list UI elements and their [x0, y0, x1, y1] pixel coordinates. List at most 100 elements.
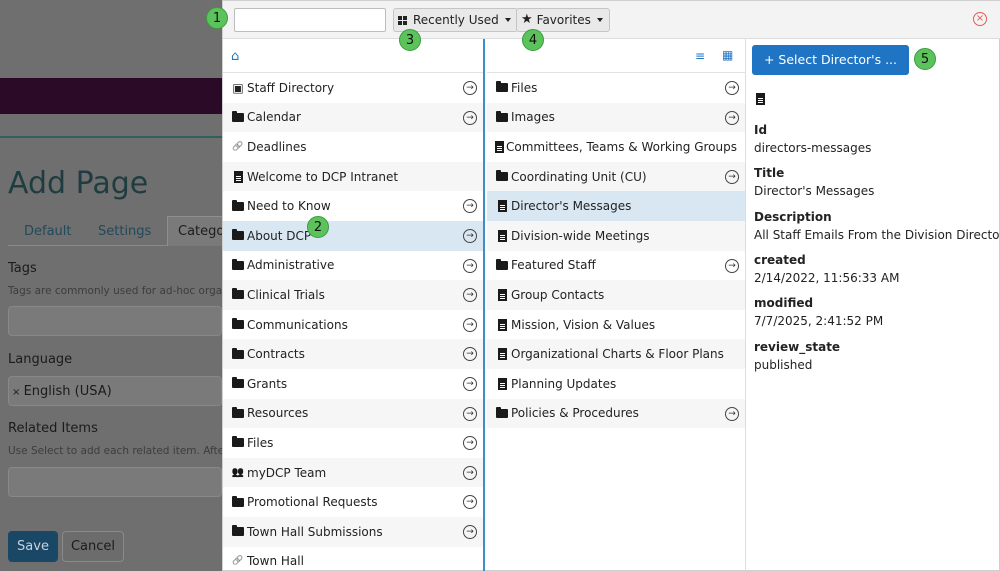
list-item[interactable]: Featured Staff → [487, 251, 745, 281]
document-icon [495, 377, 509, 391]
cancel-button[interactable]: Cancel [62, 531, 124, 562]
list-item[interactable]: Group Contacts [487, 280, 745, 310]
list-item-label: Images [511, 110, 555, 125]
header-divider [0, 136, 222, 138]
list-item[interactable]: 👥 myDCP Team → [223, 457, 483, 488]
list-item[interactable]: About DCP → [223, 220, 483, 251]
list-item-label: Town Hall [247, 554, 304, 569]
folder-icon [231, 406, 245, 420]
list-item[interactable]: Coordinating Unit (CU) → [487, 161, 745, 192]
folder-icon [495, 406, 509, 420]
grid-icon [398, 15, 407, 25]
folder-icon [231, 110, 245, 124]
list-item[interactable]: Administrative → [223, 251, 483, 281]
folder-icon [231, 288, 245, 302]
related-items-help: Use Select to add each related item. Aft… [8, 445, 239, 457]
tags-input[interactable] [8, 306, 222, 336]
home-icon[interactable]: ⌂ [231, 49, 239, 64]
list-item[interactable]: 🔗 Town Hall [223, 547, 483, 571]
list-item[interactable]: Welcome to DCP Intranet [223, 161, 483, 192]
arrow-right-circle-icon[interactable]: → [463, 258, 477, 273]
list-item[interactable]: Contracts → [223, 339, 483, 369]
list-item[interactable]: ▣ Staff Directory → [223, 73, 483, 103]
list-item-label: About DCP [247, 228, 312, 243]
arrow-right-circle-icon[interactable]: → [463, 110, 477, 125]
arrow-right-circle-icon[interactable]: → [463, 81, 477, 95]
arrow-right-circle-icon[interactable]: → [463, 524, 477, 539]
related-items-input[interactable] [8, 467, 222, 497]
select-item-button[interactable]: + Select Director's ... [752, 45, 909, 75]
document-icon [756, 93, 765, 105]
close-icon[interactable]: × [973, 12, 987, 26]
arrow-right-circle-icon[interactable]: → [725, 258, 739, 273]
list-item[interactable]: Mission, Vision & Values [487, 310, 745, 340]
list-item[interactable]: Resources → [223, 398, 483, 429]
list-item[interactable]: Communications → [223, 310, 483, 340]
list-item[interactable]: Calendar → [223, 102, 483, 133]
column-header: ⌂ [223, 39, 483, 73]
annotation-badge-4: 4 [522, 29, 544, 51]
arrow-right-circle-icon[interactable]: → [463, 228, 477, 243]
tab-default[interactable]: Default [24, 224, 72, 239]
language-chip[interactable]: × English (USA) [12, 384, 112, 399]
arrow-right-circle-icon[interactable]: → [463, 495, 477, 510]
arrow-right-circle-icon[interactable]: → [463, 406, 477, 421]
list-item[interactable]: Director's Messages [487, 191, 745, 221]
annotation-badge-5: 5 [914, 48, 936, 70]
folder-icon [495, 258, 509, 272]
list-item[interactable]: Files → [487, 73, 745, 103]
list-item-label: Coordinating Unit (CU) [511, 169, 647, 184]
chevron-down-icon [504, 18, 511, 22]
list-item-label: Director's Messages [511, 199, 632, 214]
arrow-right-circle-icon[interactable]: → [725, 81, 739, 95]
folder-icon [231, 377, 245, 391]
list-item-label: Division-wide Meetings [511, 228, 650, 243]
related-items-label: Related Items [8, 421, 98, 436]
list-item-label: Files [511, 80, 538, 95]
sort-icon[interactable]: ≡ [695, 49, 705, 63]
list-item[interactable]: Images → [487, 102, 745, 133]
list-item[interactable]: 🔗 Deadlines [223, 132, 483, 162]
list-item-label: Promotional Requests [247, 495, 378, 510]
arrow-right-circle-icon[interactable]: → [463, 465, 477, 480]
folder-icon [231, 229, 245, 243]
arrow-right-circle-icon[interactable]: → [725, 406, 739, 421]
grid-view-icon[interactable]: ▦ [722, 48, 733, 62]
list-item-label: Town Hall Submissions [247, 524, 383, 539]
list-item-label: Deadlines [247, 139, 307, 154]
arrow-right-circle-icon[interactable]: → [463, 347, 477, 362]
list-item[interactable]: Town Hall Submissions → [223, 516, 483, 547]
detail-title-label: Title [754, 166, 785, 180]
arrow-right-circle-icon[interactable]: → [725, 169, 739, 184]
list-item[interactable]: Clinical Trials → [223, 280, 483, 310]
list-item[interactable]: Organizational Charts & Floor Plans [487, 339, 745, 369]
arrow-right-circle-icon[interactable]: → [463, 199, 477, 214]
people-icon: 👥 [231, 467, 245, 479]
star-icon: ★ [521, 12, 533, 27]
list-item[interactable]: Division-wide Meetings [487, 220, 745, 251]
list-item-label: Organizational Charts & Floor Plans [511, 347, 724, 362]
arrow-right-circle-icon[interactable]: → [725, 110, 739, 125]
arrow-right-circle-icon[interactable]: → [463, 436, 477, 451]
chevron-down-icon [596, 18, 603, 22]
save-button[interactable]: Save [8, 531, 58, 562]
list-item[interactable]: Planning Updates [487, 369, 745, 399]
list-item[interactable]: Grants → [223, 369, 483, 399]
list-item[interactable]: Committees, Teams & Working Groups [487, 132, 745, 162]
arrow-right-circle-icon[interactable]: → [463, 317, 477, 332]
list-item[interactable]: Need to Know → [223, 191, 483, 221]
list-item[interactable]: Policies & Procedures → [487, 398, 745, 429]
list-item-label: Resources [247, 406, 309, 421]
tab-settings[interactable]: Settings [98, 224, 151, 239]
content-browser-modal: Recently Used ★ Favorites × ⌂ ▣ Staff Dir… [222, 0, 1000, 571]
list-item[interactable]: Promotional Requests → [223, 487, 483, 517]
arrow-right-circle-icon[interactable]: → [463, 288, 477, 303]
list-item[interactable]: Files → [223, 428, 483, 458]
remove-chip-icon[interactable]: × [12, 387, 24, 398]
arrow-right-circle-icon[interactable]: → [463, 376, 477, 391]
search-input[interactable] [234, 8, 386, 32]
list-item-label: Grants [247, 376, 288, 391]
list-item-label: Contracts [247, 347, 305, 362]
document-icon [231, 170, 245, 184]
list-item-label: Calendar [247, 110, 301, 125]
